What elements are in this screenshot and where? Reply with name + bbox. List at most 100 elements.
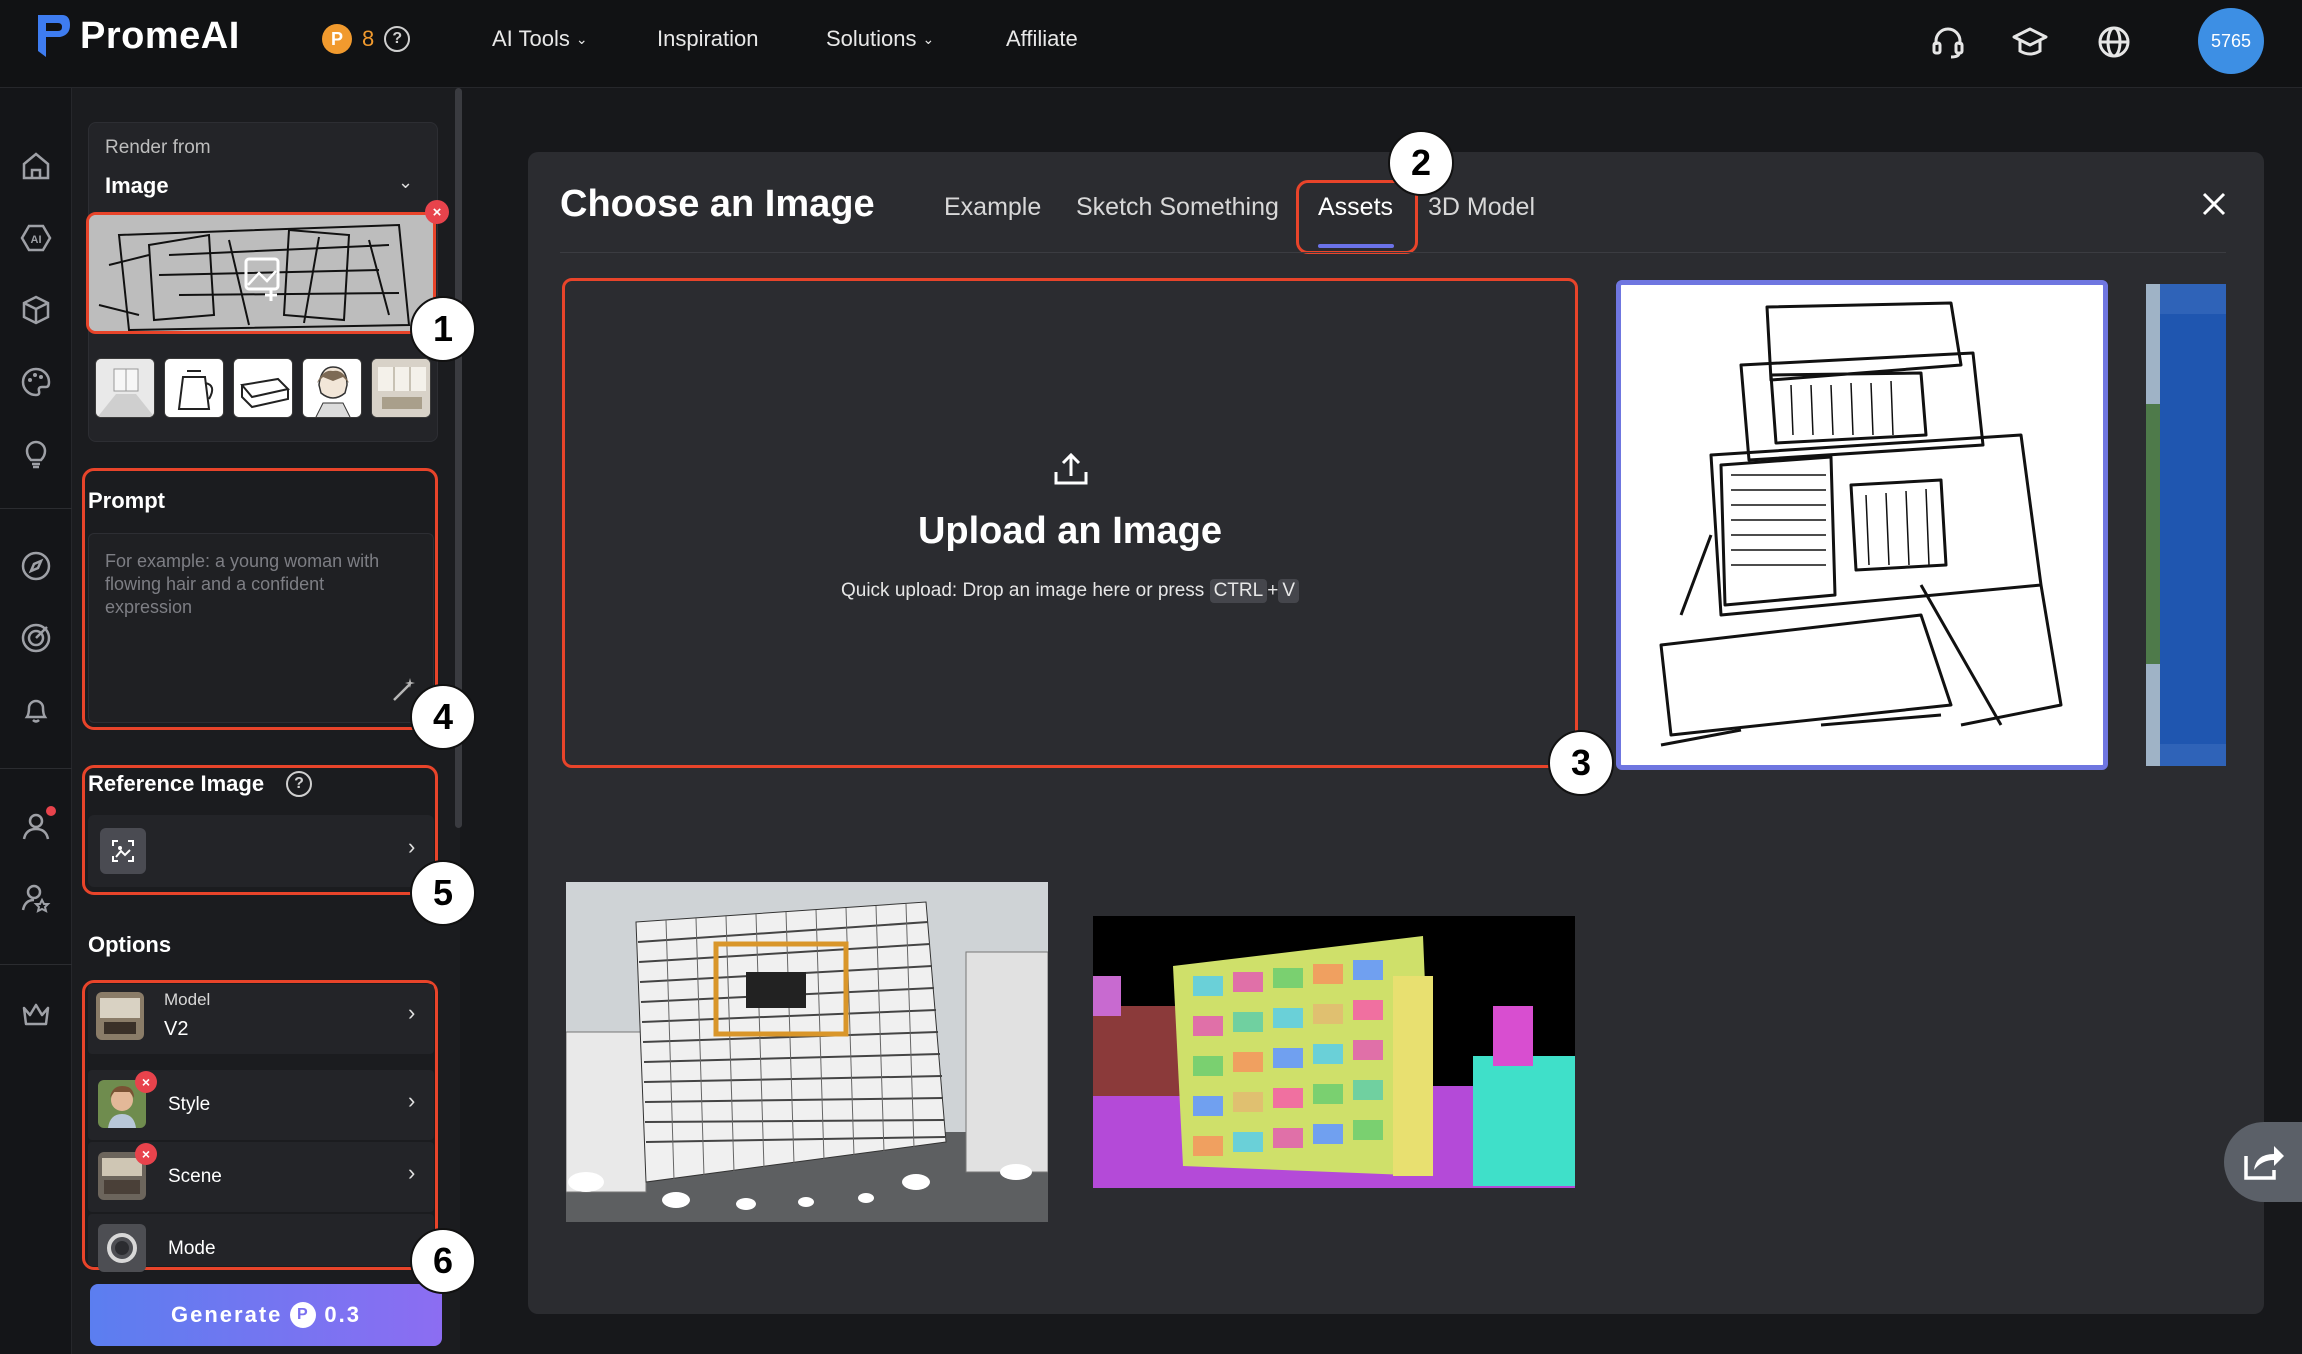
annotation-marker-4: 4 [410,684,476,750]
asset-photo-partial[interactable] [2146,284,2226,766]
chevron-down-icon: ⌄ [922,30,935,47]
nav-ai-tools[interactable]: AI Tools ⌄ [492,26,588,52]
top-bar: PromeAI P 8 ? AI Tools ⌄ Inspiration Sol… [0,0,2302,88]
target-icon[interactable] [10,612,62,664]
compass-icon[interactable] [10,540,62,592]
user-star-icon[interactable] [10,872,62,924]
kbd-ctrl: CTRL [1209,579,1268,603]
upload-title: Upload an Image [917,510,1223,552]
icon-rail: AI [0,88,72,1354]
mode-thumb [98,1224,146,1272]
example-thumb-anime-character[interactable] [302,358,362,418]
reference-image-title: Reference Image [88,771,265,796]
generate-button[interactable]: Generate P 0.3 [90,1284,442,1346]
rail-divider [0,508,72,509]
render-from-select[interactable]: Image [105,173,169,199]
ai-icon[interactable]: AI [10,212,62,264]
kbd-plus: + [1267,580,1279,601]
annotation-marker-5: 5 [410,860,476,926]
remove-image-button[interactable]: × [425,200,449,224]
annotation-marker-6: 6 [410,1228,476,1294]
upload-icon [1054,452,1088,485]
nav-affiliate[interactable]: Affiliate [1006,26,1078,52]
headset-icon[interactable] [1924,18,1972,66]
segmentation-render-image [1093,916,1575,1188]
notification-dot [46,806,56,816]
model-label: Model [164,990,211,1009]
close-icon[interactable] [2196,186,2232,222]
modal-title: Choose an Image [560,183,875,225]
credits-display[interactable]: P 8 ? [322,24,411,54]
chevron-right-icon[interactable]: › [408,1160,415,1186]
asset-building-render[interactable] [566,882,1048,1222]
promeai-logo-icon [38,15,70,57]
credit-count: 8 [362,26,375,51]
tab-3d-model[interactable]: 3D Model [1428,193,1535,222]
chevron-right-icon[interactable]: › [408,1000,415,1026]
logo[interactable]: PromeAI [32,8,240,64]
nav-solutions[interactable]: Solutions ⌄ [826,26,934,52]
annotation-marker-3: 3 [1548,730,1614,796]
sketch-building-image [1621,285,2103,765]
options-title: Options [88,932,172,957]
rail-divider [0,768,72,769]
remove-scene-button[interactable]: × [135,1143,157,1165]
example-thumbnails [95,358,431,418]
coin-icon: P [322,24,352,54]
share-icon [2244,1146,2284,1180]
generate-cost: 0.3 [324,1302,361,1327]
example-thumb-interior[interactable] [95,358,155,418]
rail-divider [0,964,72,965]
source-image-preview[interactable] [86,212,436,334]
nav-inspiration[interactable]: Inspiration [657,26,759,52]
coin-icon: P [290,1302,317,1328]
nav-inspiration-label: Inspiration [657,26,759,51]
sketch-preview-image [89,215,433,331]
chevron-down-icon: ⌄ [575,30,588,47]
cube-icon[interactable] [10,284,62,336]
scene-label: Scene [168,1166,222,1187]
annotation-marker-1: 1 [410,296,476,362]
crown-icon[interactable] [10,988,62,1040]
prompt-placeholder: For example: a young woman with flowing … [105,551,380,617]
svg-text:AI: AI [31,234,42,246]
lightbulb-icon[interactable] [10,428,62,480]
prompt-title: Prompt [88,488,165,513]
example-thumb-living-room[interactable] [371,358,431,418]
mode-label: Mode [168,1238,216,1259]
nav-ai-tools-label: AI Tools [492,26,570,51]
asset-segmentation-render[interactable] [1093,916,1575,1188]
example-thumb-printer[interactable] [233,358,293,418]
globe-icon[interactable] [2090,18,2138,66]
model-value: V2 [164,1018,189,1040]
render-from-label: Render from [105,137,211,158]
tab-sketch-something[interactable]: Sketch Something [1076,193,1279,222]
avatar[interactable]: 5765 [2198,8,2264,74]
remove-style-button[interactable]: × [135,1071,157,1093]
upload-subtitle: Quick upload: Drop an image here or pres… [562,579,1578,603]
chevron-right-icon[interactable]: › [408,834,415,860]
tab-example[interactable]: Example [944,193,1041,222]
modal-divider [560,252,2226,253]
palette-icon[interactable] [10,356,62,408]
help-icon[interactable]: ? [286,771,312,797]
kbd-v: V [1278,579,1299,603]
chevron-right-icon[interactable]: › [408,1088,415,1114]
help-icon[interactable]: ? [384,26,411,52]
graduation-cap-icon[interactable] [2006,18,2054,66]
logo-text: PromeAI [80,14,240,57]
image-scan-icon [100,828,146,874]
photo-partial-image [2146,284,2226,766]
asset-sketch-image[interactable] [1616,280,2108,770]
model-thumb [96,992,144,1040]
share-button[interactable] [2224,1122,2302,1202]
nav-affiliate-label: Affiliate [1006,26,1078,51]
example-thumb-kettle[interactable] [164,358,224,418]
home-icon[interactable] [10,140,62,192]
bell-icon[interactable] [10,684,62,736]
upload-subtitle-text: Quick upload: Drop an image here or pres… [840,580,1205,601]
assets-tab-highlight [1296,180,1418,254]
generate-label: Generate [171,1302,283,1327]
chevron-down-icon[interactable]: ⌄ [398,172,413,193]
building-render-image [566,882,1048,1222]
